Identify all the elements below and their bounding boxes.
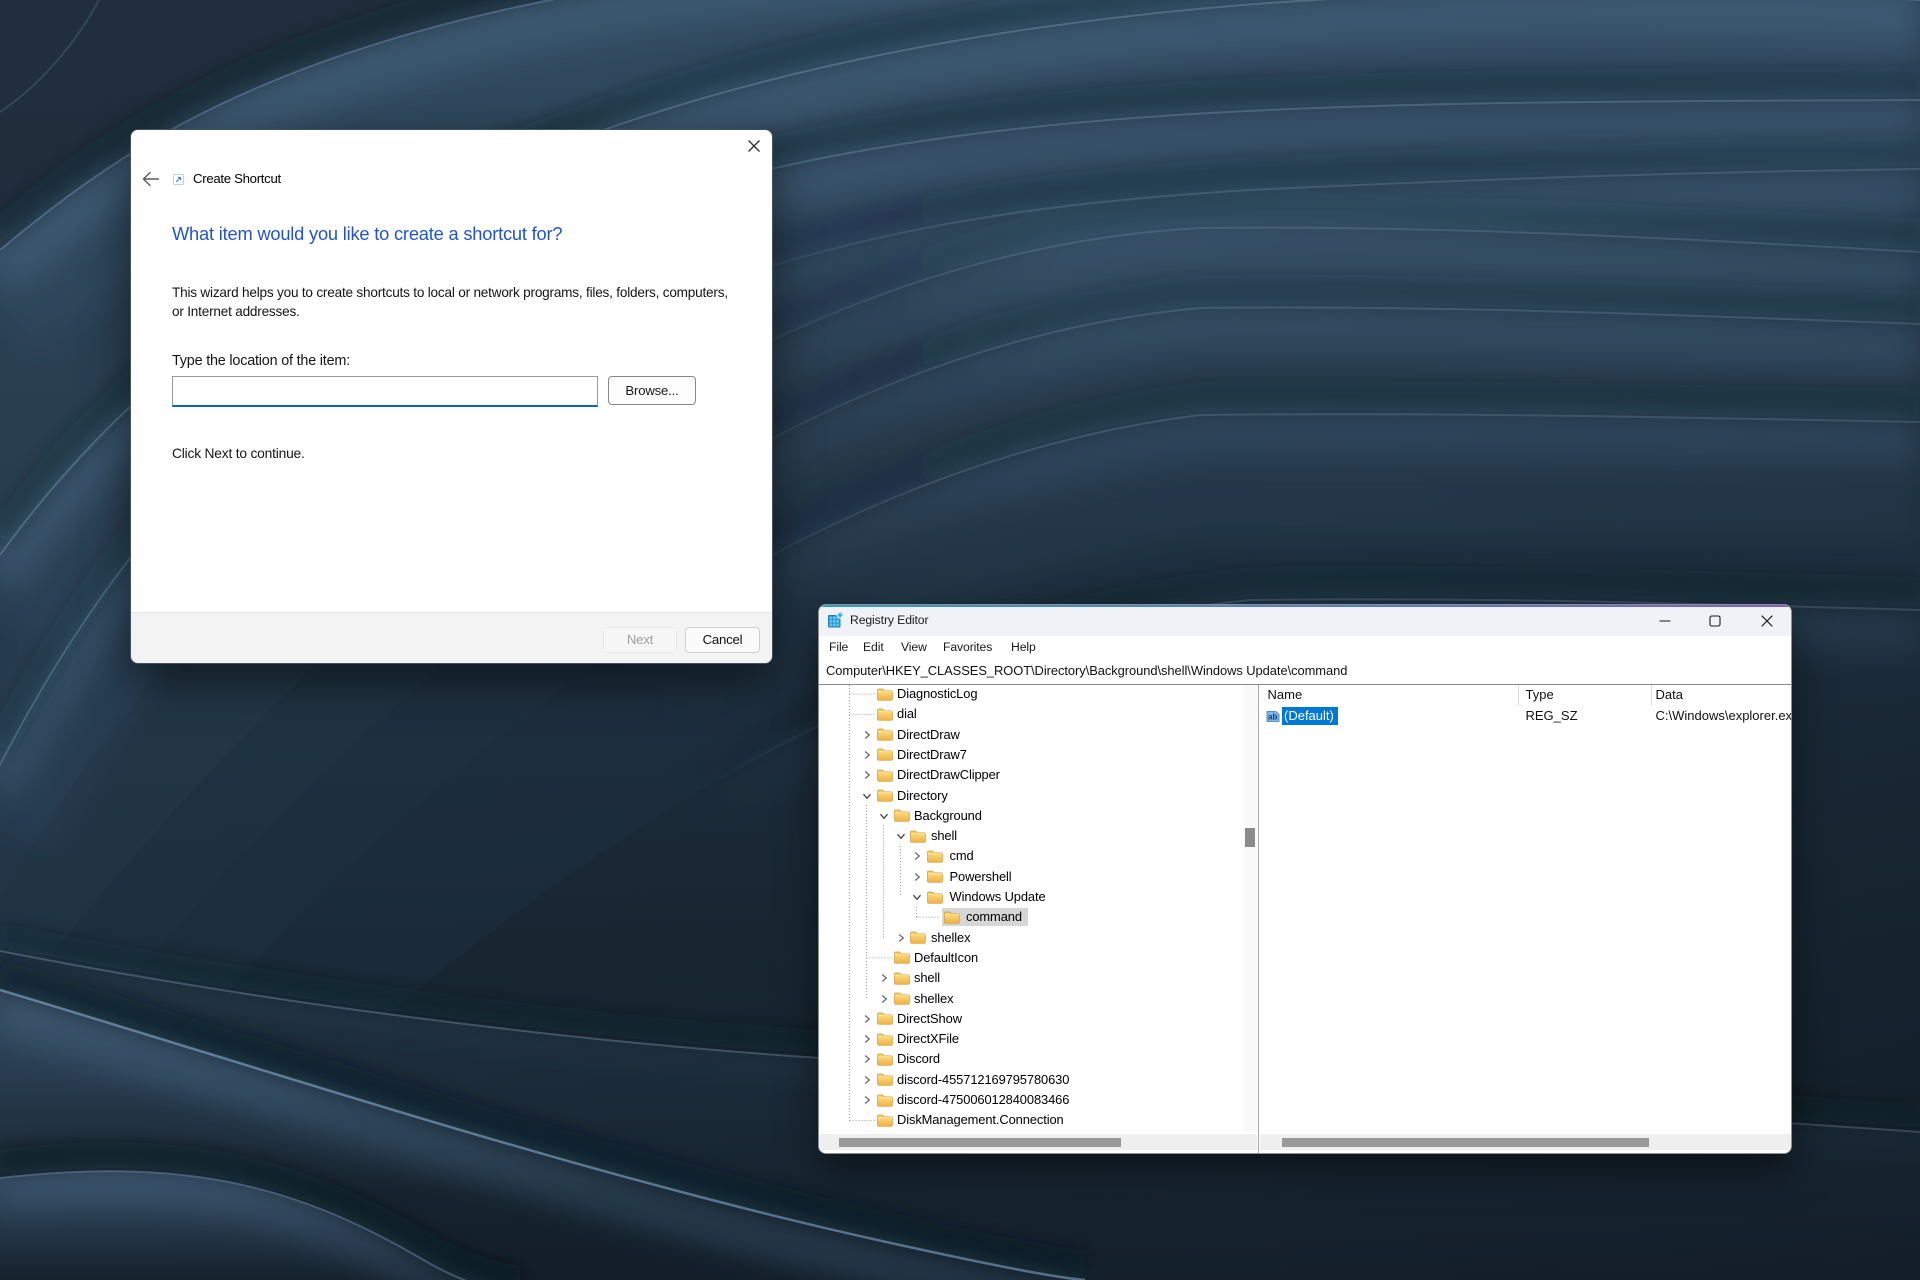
svg-text:ab: ab	[1268, 713, 1277, 722]
